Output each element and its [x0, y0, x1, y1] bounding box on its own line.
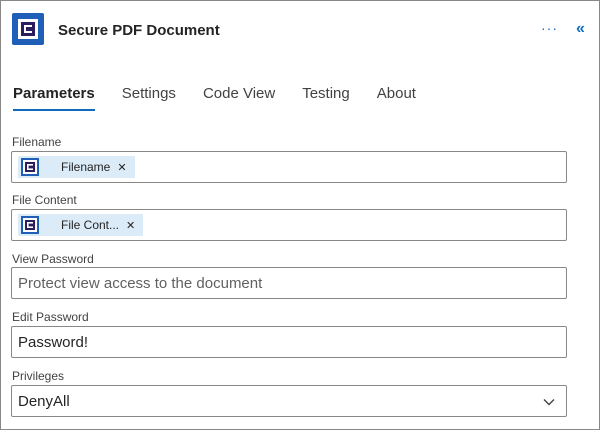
tab-about[interactable]: About — [377, 85, 416, 111]
view-password-label: View Password — [12, 252, 94, 266]
more-options-button[interactable]: ··· — [541, 20, 558, 36]
privileges-selected-value: DenyAll — [18, 393, 70, 410]
file-content-token[interactable]: File Cont... ✕ — [18, 214, 144, 236]
privileges-label: Privileges — [12, 369, 65, 383]
remove-token-icon[interactable]: ✕ — [126, 219, 135, 232]
pdf-token-icon — [21, 216, 39, 234]
tab-settings[interactable]: Settings — [122, 85, 176, 111]
pdf-token-icon — [21, 158, 39, 176]
file-content-label: File Content — [12, 193, 77, 207]
view-password-placeholder: Protect view access to the document — [18, 275, 263, 292]
card-header: Secure PDF Document ··· « — [1, 1, 599, 61]
edit-password-input[interactable]: Password! — [11, 326, 567, 358]
token-label: Filename — [61, 160, 111, 174]
remove-token-icon[interactable]: ✕ — [117, 161, 126, 174]
pdf-app-icon — [12, 13, 44, 45]
filename-label: Filename — [12, 135, 62, 149]
tab-code-view[interactable]: Code View — [203, 85, 275, 111]
edit-password-value: Password! — [18, 334, 89, 351]
privileges-dropdown[interactable]: DenyAll — [11, 385, 567, 417]
chevron-down-icon[interactable] — [542, 395, 556, 409]
action-card: Secure PDF Document ··· « Parameters Set… — [0, 0, 600, 430]
filename-token[interactable]: Filename ✕ — [18, 156, 135, 178]
edit-password-label: Edit Password — [12, 310, 89, 324]
file-content-input[interactable]: File Cont... ✕ — [11, 209, 567, 241]
tab-bar: Parameters Settings Code View Testing Ab… — [13, 85, 443, 111]
card-title: Secure PDF Document — [58, 22, 220, 39]
token-label: File Cont... — [61, 218, 120, 232]
filename-input[interactable]: Filename ✕ — [11, 151, 567, 183]
tab-parameters[interactable]: Parameters — [13, 85, 95, 111]
tab-testing[interactable]: Testing — [302, 85, 350, 111]
collapse-panel-button[interactable]: « — [576, 20, 585, 38]
view-password-input[interactable]: Protect view access to the document — [11, 267, 567, 299]
